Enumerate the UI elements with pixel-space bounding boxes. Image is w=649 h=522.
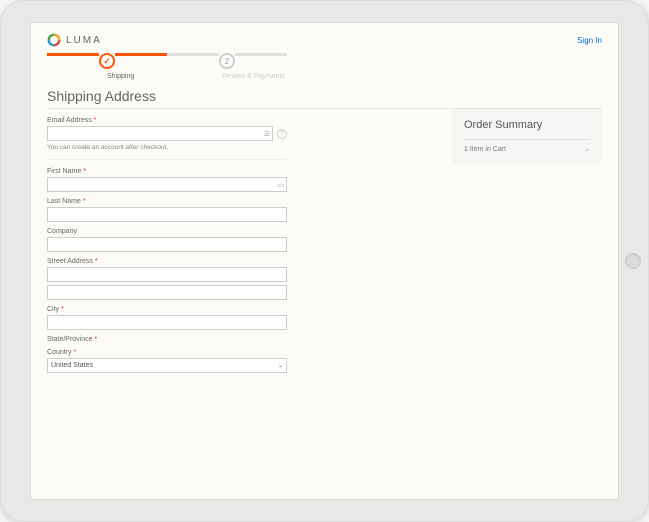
tablet-home-button[interactable] <box>625 253 641 269</box>
field-first-name: First Name * ▭ <box>47 168 287 192</box>
state-label: State/Province * <box>47 336 287 343</box>
email-hint: You can create an account after checkout… <box>47 144 287 151</box>
chevron-down-icon: ⌄ <box>584 145 590 153</box>
step-shipping-label: Shipping <box>107 73 134 80</box>
first-name-input[interactable] <box>47 177 287 192</box>
contact-icon: ☰ <box>264 130 270 138</box>
last-name-input[interactable] <box>47 207 287 222</box>
contact-card-icon: ▭ <box>277 181 284 189</box>
country-value: United States <box>51 362 93 369</box>
sign-in-link[interactable]: Sign In <box>577 36 602 45</box>
field-last-name: Last Name * <box>47 198 287 222</box>
field-state: State/Province * <box>47 336 287 343</box>
step-review[interactable]: 2 <box>219 53 235 69</box>
step-review-label: Review & Payments <box>222 73 285 80</box>
field-city: City * <box>47 306 287 330</box>
city-input[interactable] <box>47 315 287 330</box>
street-input-2[interactable] <box>47 285 287 300</box>
progress-bar-inactive-2 <box>235 53 287 56</box>
order-summary: Order Summary 1 Item in Cart ⌄ <box>452 109 602 163</box>
summary-items-label: 1 Item in Cart <box>464 146 506 153</box>
email-label: Email Address * <box>47 117 287 124</box>
shipping-form: Email Address * ☰ ? You can create an ac… <box>47 117 287 379</box>
chevron-down-icon: ⌄ <box>278 362 283 369</box>
progress-bar-inactive <box>167 53 219 56</box>
summary-items-toggle[interactable]: 1 Item in Cart ⌄ <box>464 139 590 153</box>
country-select[interactable]: United States ⌄ <box>47 358 287 373</box>
first-name-label: First Name * <box>47 168 287 175</box>
field-street: Street Address * <box>47 258 287 300</box>
email-input[interactable] <box>47 126 273 141</box>
company-input[interactable] <box>47 237 287 252</box>
screen: LUMA Sign In ✓ 2 Shipping Review & Payme… <box>30 22 619 500</box>
logo-icon <box>47 33 61 47</box>
progress-bar-active <box>47 53 99 56</box>
checkout-progress: ✓ 2 <box>47 53 602 69</box>
company-label: Company <box>47 228 287 235</box>
step-shipping[interactable]: ✓ <box>99 53 115 69</box>
field-company: Company <box>47 228 287 252</box>
page-title: Shipping Address <box>47 88 602 104</box>
last-name-label: Last Name * <box>47 198 287 205</box>
help-icon[interactable]: ? <box>277 129 287 139</box>
country-label: Country * <box>47 349 287 356</box>
top-bar: LUMA Sign In <box>47 33 602 47</box>
field-email: Email Address * ☰ ? You can create an ac… <box>47 117 287 151</box>
form-divider <box>47 159 287 160</box>
field-country: Country * United States ⌄ <box>47 349 287 373</box>
summary-title: Order Summary <box>464 119 590 131</box>
checkmark-icon: ✓ <box>103 56 111 67</box>
tablet-frame: LUMA Sign In ✓ 2 Shipping Review & Payme… <box>0 0 649 522</box>
street-input-1[interactable] <box>47 267 287 282</box>
logo-text: LUMA <box>66 35 102 46</box>
city-label: City * <box>47 306 287 313</box>
progress-bar-active-2 <box>115 53 167 56</box>
street-label: Street Address * <box>47 258 287 265</box>
logo[interactable]: LUMA <box>47 33 102 47</box>
